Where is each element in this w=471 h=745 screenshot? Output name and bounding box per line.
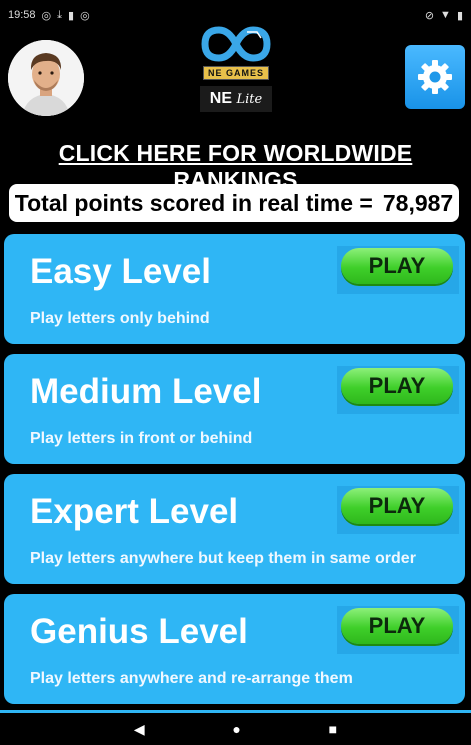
gear-icon <box>418 60 452 94</box>
app-variant: Lite <box>236 92 263 107</box>
points-label: Total points scored in real time = <box>14 189 373 216</box>
play-button-frame: PLAY <box>337 366 459 414</box>
level-description: Play letters in front or behind <box>30 430 253 447</box>
app-name-badge: NE Lite <box>199 86 273 112</box>
battery-icon: ▮ <box>456 9 463 22</box>
play-button-expert[interactable]: PLAY <box>341 488 453 524</box>
play-button-easy[interactable]: PLAY <box>341 248 453 284</box>
download-icon: ⤓ <box>57 8 63 21</box>
play-button-genius[interactable]: PLAY <box>341 608 453 644</box>
mute-icon: ⊘ <box>424 9 435 22</box>
app-name: NE <box>209 90 233 107</box>
level-card-expert[interactable]: Expert Level Play letters anywhere but k… <box>4 474 465 584</box>
level-title: Genius Level <box>30 612 248 651</box>
avatar[interactable] <box>8 40 84 116</box>
system-navigation-bar: ◀ ● ■ <box>0 713 471 745</box>
settings-button[interactable] <box>405 45 465 109</box>
play-button-medium[interactable]: PLAY <box>341 368 453 404</box>
play-button-frame: PLAY <box>337 486 459 534</box>
whatsapp-icon: ◎ <box>80 9 90 22</box>
level-card-medium[interactable]: Medium Level Play letters in front or be… <box>4 354 465 464</box>
status-time: 19:58 <box>8 9 36 21</box>
play-button-frame: PLAY <box>337 246 459 294</box>
whatsapp-icon: ◎ <box>41 9 52 22</box>
recents-icon[interactable]: ■ <box>329 721 337 737</box>
wifi-icon: ▼ <box>440 9 451 21</box>
sim-icon: ▮ <box>68 9 75 22</box>
app-logo: NE GAMES NE Lite <box>195 24 277 120</box>
level-description: Play letters only behind <box>30 310 210 327</box>
level-card-easy[interactable]: Easy Level Play letters only behind PLAY <box>4 234 465 344</box>
points-value: 78,987 <box>382 189 454 216</box>
play-button-frame: PLAY <box>337 606 459 654</box>
level-title: Medium Level <box>30 372 262 411</box>
total-points-panel: Total points scored in real time = 78,98… <box>9 184 459 222</box>
home-icon[interactable]: ● <box>232 721 240 737</box>
level-title: Easy Level <box>30 252 211 291</box>
back-icon[interactable]: ◀ <box>134 721 145 738</box>
profile-photo <box>8 40 84 116</box>
level-description: Play letters anywhere but keep them in s… <box>30 550 416 567</box>
level-card-genius[interactable]: Genius Level Play letters anywhere and r… <box>4 594 465 704</box>
level-description: Play letters anywhere and re-arrange the… <box>30 670 353 687</box>
brand-label: NE GAMES <box>202 66 269 80</box>
level-title: Expert Level <box>30 492 239 531</box>
infinity-logo-icon <box>201 26 271 62</box>
